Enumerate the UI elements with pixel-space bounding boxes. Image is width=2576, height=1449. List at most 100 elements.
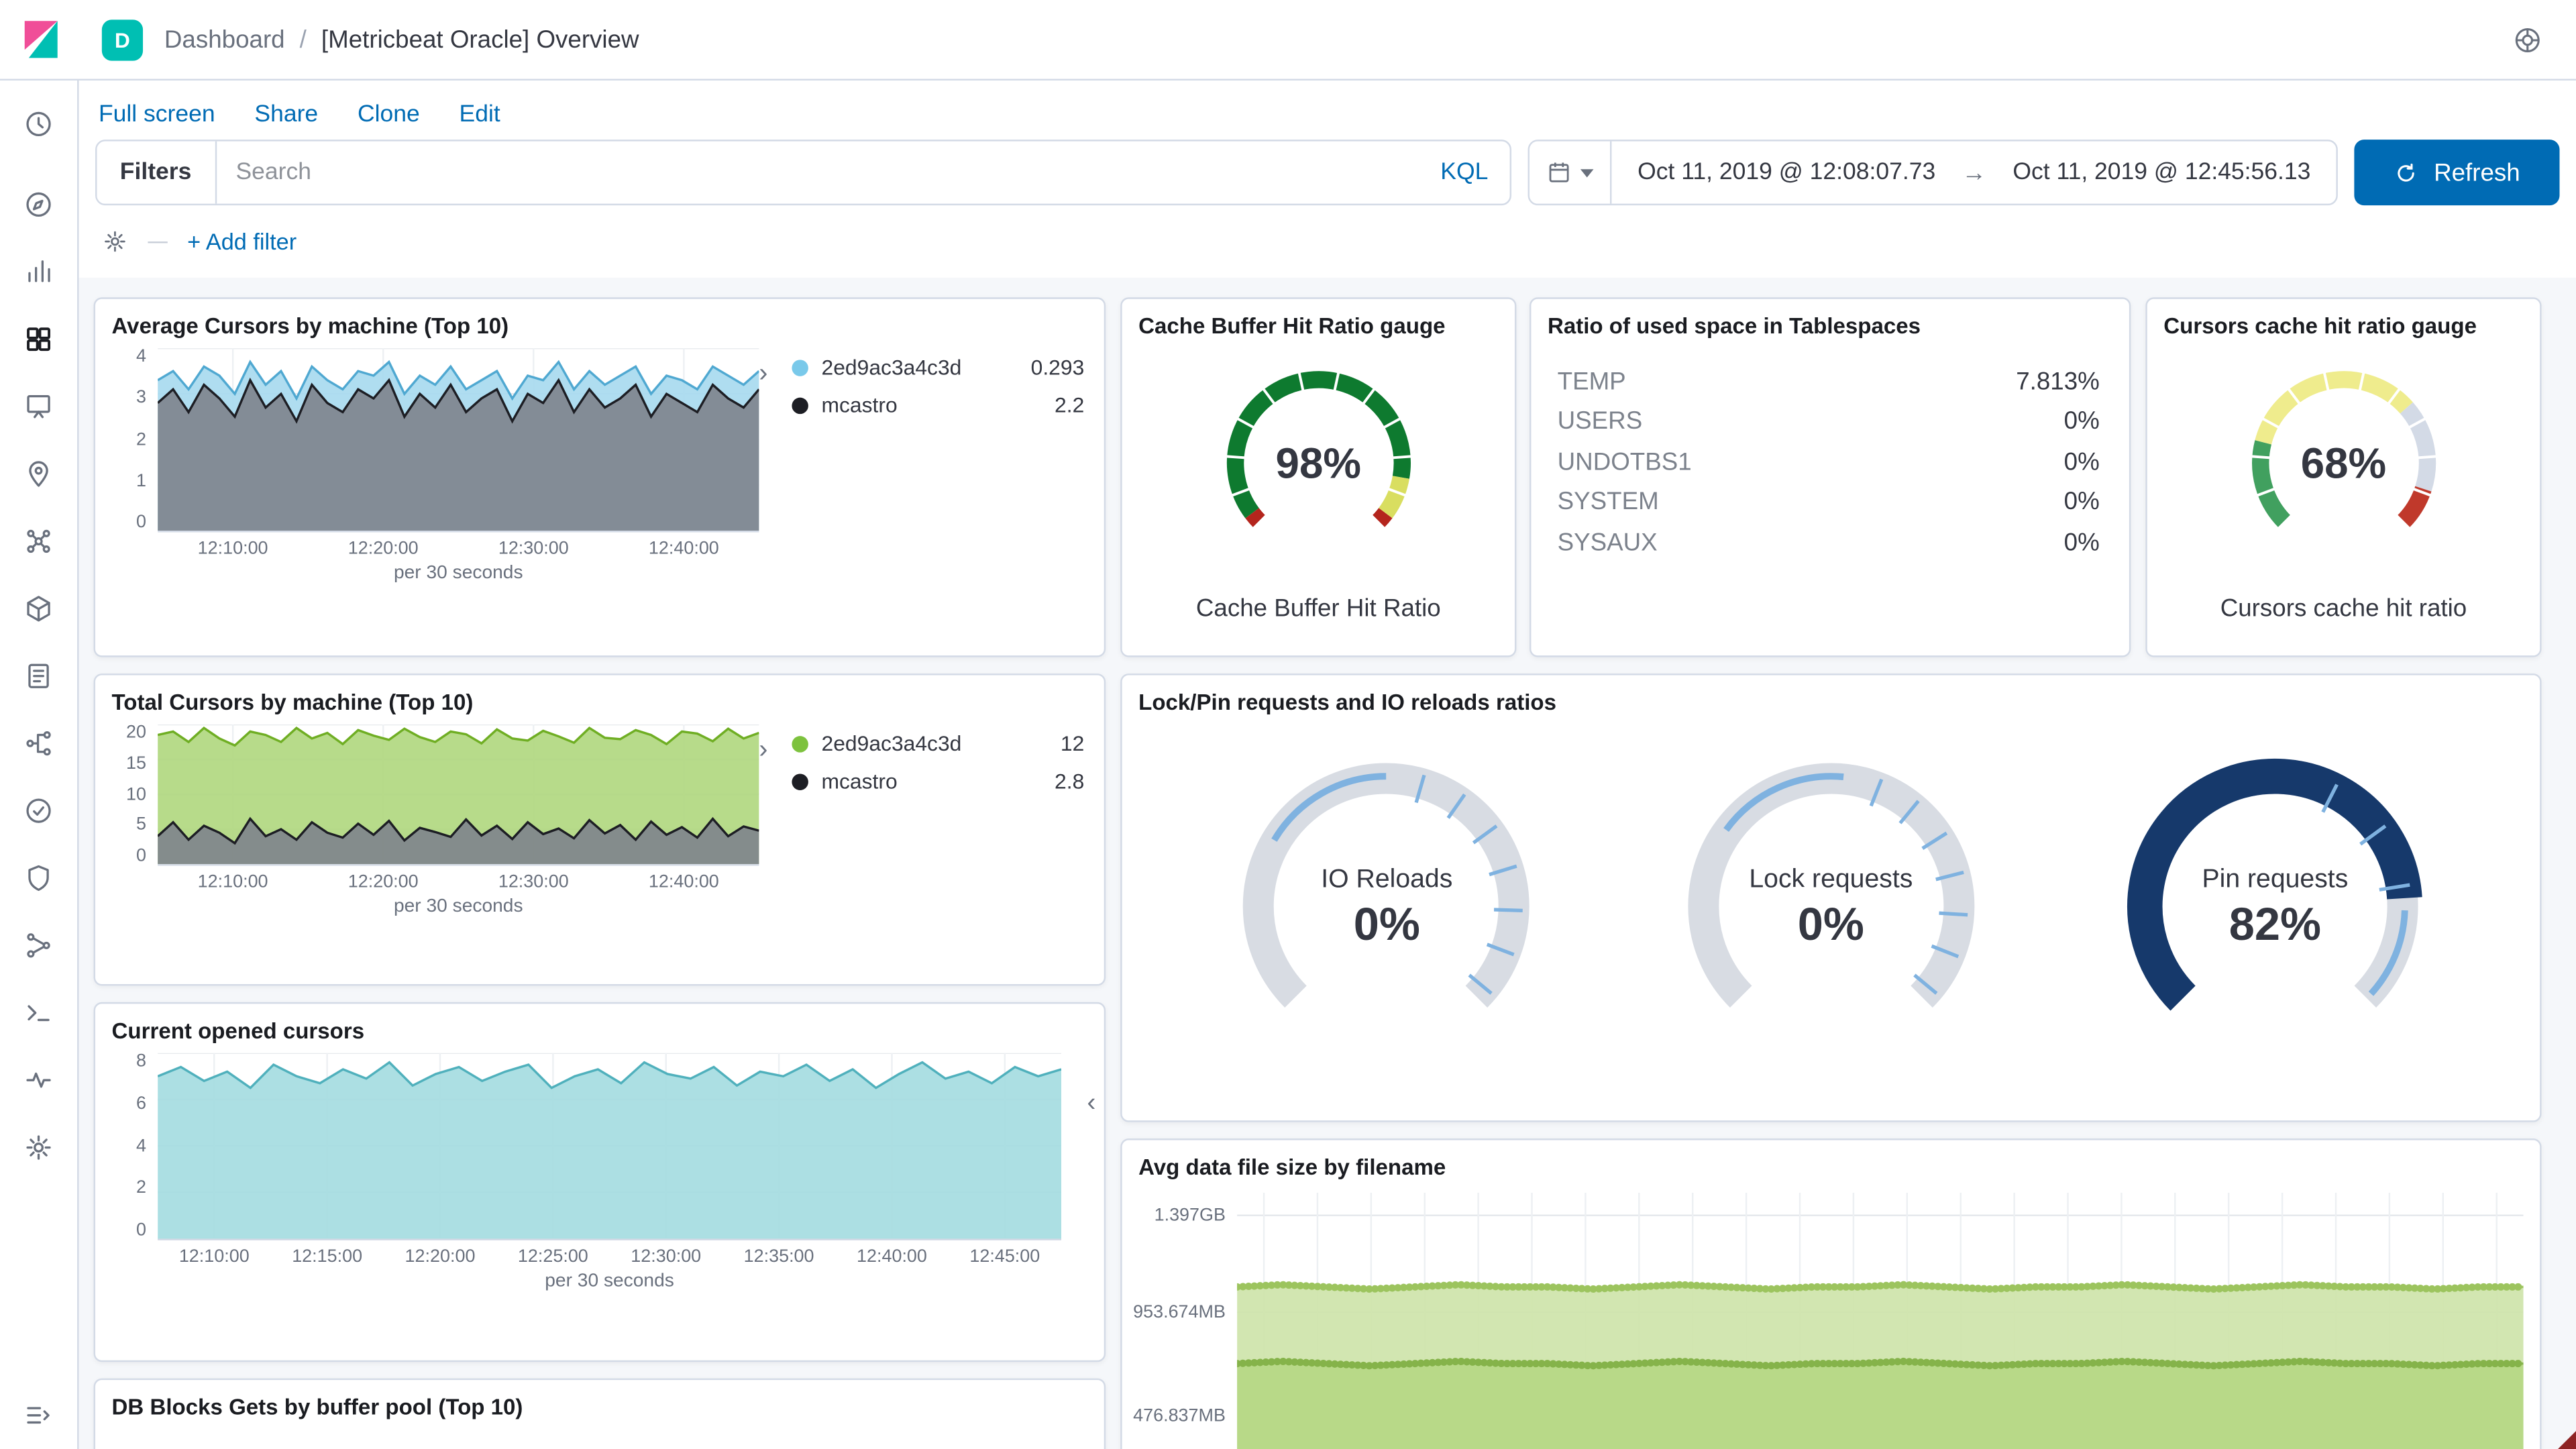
tablespace-name: USERS — [1557, 407, 1643, 436]
panel-tablespaces: Ratio of used space in Tablespaces TEMP … — [1529, 297, 2131, 657]
panel-average-cursors: Average Cursors by machine (Top 10) 4321… — [93, 297, 1106, 657]
add-filter-link[interactable]: + Add filter — [187, 228, 297, 254]
sidebar-item-apm[interactable] — [0, 710, 78, 777]
sidebar-item-discover[interactable] — [0, 171, 78, 238]
gauge-value: 82% — [2229, 898, 2321, 950]
tablespace-row[interactable]: UNDOTBS1 0% — [1558, 442, 2100, 482]
gauge-value: 68% — [2300, 438, 2387, 488]
tablespace-list: TEMP 7.813% USERS 0% UNDOTBS1 0% SYSTEM … — [1531, 341, 2129, 562]
calendar-button[interactable] — [1529, 141, 1611, 204]
avg-file-size-chart[interactable] — [1237, 1193, 2524, 1449]
sidebar-item-machine-learning[interactable] — [0, 508, 78, 575]
panel-title[interactable]: Cursors cache hit ratio gauge — [2147, 299, 2540, 342]
breadcrumb-dashboard[interactable]: Dashboard — [164, 25, 285, 54]
panel-title[interactable]: Lock/Pin requests and IO reloads ratios — [1122, 676, 2540, 718]
nodes-icon — [27, 529, 50, 553]
tablespace-row[interactable]: USERS 0% — [1558, 402, 2100, 442]
sidebar-item-dashboard[interactable] — [0, 306, 78, 373]
gauge-label: Lock requests — [1749, 865, 1913, 894]
legend-toggle-icon[interactable]: › — [759, 731, 784, 917]
lock-requests-gauge: Lock requests 0% — [1625, 721, 2036, 1095]
filter-settings-button[interactable] — [102, 228, 128, 254]
clone-link[interactable]: Clone — [358, 102, 420, 128]
legend-item[interactable]: mcastro 2.8 — [792, 769, 1084, 794]
series-value: 2.2 — [1055, 392, 1085, 418]
breadcrumb-separator: / — [299, 25, 307, 54]
gear-icon — [26, 1135, 51, 1160]
legend-expand-icon[interactable]: ‹ — [1087, 1089, 1095, 1119]
tablespace-row[interactable]: SYSTEM 0% — [1558, 482, 2100, 523]
x-axis-ticks: 12:10:00 12:20:00 12:30:00 12:40:00 — [197, 539, 719, 559]
share-nodes-icon — [27, 933, 50, 958]
panel-title[interactable]: Ratio of used space in Tablespaces — [1531, 299, 2129, 342]
panel-title[interactable]: Avg data file size by filename — [1122, 1140, 2540, 1183]
sidebar-item-stack-monitoring[interactable] — [0, 1046, 78, 1114]
sidebar-item-management[interactable] — [0, 1114, 78, 1181]
legend-item[interactable]: 2ed9ac3a4c3d 0.293 — [792, 355, 1084, 380]
panel-lock-pin-ratios: Lock/Pin requests and IO reloads ratios … — [1120, 674, 2542, 1122]
sidebar-collapse-button[interactable] — [0, 1379, 78, 1449]
x-axis-label: per 30 seconds — [393, 564, 523, 584]
gauges-row: IO Reloads 0% Lock requests 0% Pin reque… — [1122, 718, 2540, 1099]
share-link[interactable]: Share — [254, 102, 318, 128]
sidebar-item-uptime[interactable] — [0, 777, 78, 844]
legend-item[interactable]: mcastro 2.2 — [792, 392, 1084, 417]
dashboard-toolbar: Full screen Share Clone Edit Filters KQL — [78, 80, 2576, 278]
document-icon — [28, 663, 49, 688]
full-screen-link[interactable]: Full screen — [99, 102, 215, 128]
panel-title[interactable]: Current opened cursors — [95, 1004, 1104, 1046]
legend-item[interactable]: 2ed9ac3a4c3d 12 — [792, 731, 1084, 756]
pin-requests-gauge: Pin requests 82% — [2070, 721, 2480, 1095]
help-icon[interactable] — [2512, 24, 2543, 56]
sidebar-item-siem[interactable] — [0, 845, 78, 912]
gear-icon — [105, 231, 125, 252]
refresh-button[interactable]: Refresh — [2355, 140, 2560, 206]
panel-title[interactable]: Total Cursors by machine (Top 10) — [95, 676, 1104, 718]
kql-button[interactable]: KQL — [1419, 160, 1509, 186]
tablespace-value: 7.813% — [2016, 367, 2100, 396]
panel-title[interactable]: Average Cursors by machine (Top 10) — [95, 299, 1104, 342]
sidebar-item-recently-viewed[interactable] — [0, 91, 78, 158]
series-value: 2.8 — [1055, 769, 1085, 794]
dashboard-grid-icon — [27, 327, 51, 352]
compass-icon — [26, 192, 51, 217]
top-header: D Dashboard / [Metricbeat Oracle] Overvi… — [0, 0, 2576, 81]
refresh-label: Refresh — [2434, 158, 2520, 186]
search-box: Filters KQL — [95, 140, 1511, 206]
filters-button[interactable]: Filters — [97, 141, 217, 204]
panel-cache-buffer-gauge: Cache Buffer Hit Ratio gauge 98% Cache B… — [1120, 297, 1517, 657]
series-value: 12 — [1060, 731, 1085, 756]
calendar-icon — [1549, 162, 1569, 182]
sidebar-item-logs[interactable] — [0, 643, 78, 710]
space-avatar[interactable]: D — [101, 19, 144, 60]
gauge-label: IO Reloads — [1321, 865, 1453, 894]
sidebar-item-dev-tools[interactable] — [0, 979, 78, 1046]
tablespace-row[interactable]: TEMP 7.813% — [1558, 362, 2100, 402]
kibana-logo[interactable] — [0, 0, 82, 79]
date-to[interactable]: Oct 11, 2019 @ 12:45:56.13 — [1986, 160, 2337, 186]
gauge-value: 0% — [1353, 898, 1420, 950]
date-from[interactable]: Oct 11, 2019 @ 12:08:07.73 — [1611, 160, 1962, 186]
total-cursors-chart[interactable] — [158, 724, 759, 866]
average-cursors-chart[interactable] — [158, 348, 759, 533]
bar-chart-icon — [28, 260, 50, 282]
cursors-cache-gauge: 68% — [2147, 341, 2540, 588]
x-axis-label: per 30 seconds — [545, 1271, 674, 1291]
sidebar-item-maps[interactable] — [0, 440, 78, 507]
sidebar-item-graph[interactable] — [0, 912, 78, 979]
edit-link[interactable]: Edit — [460, 102, 500, 128]
gauge-caption: Cache Buffer Hit Ratio — [1195, 594, 1441, 623]
opened-cursors-chart[interactable] — [158, 1053, 1062, 1240]
sidebar-item-canvas[interactable] — [0, 373, 78, 440]
y-axis-ticks: 20 15 10 5 0 — [125, 722, 146, 866]
tablespace-row[interactable]: SYSAUX 0% — [1558, 523, 2100, 563]
sidebar-item-visualize[interactable] — [0, 238, 78, 305]
series-label: mcastro — [821, 392, 898, 418]
sidebar-item-metrics[interactable] — [0, 575, 78, 642]
cube-icon — [27, 596, 50, 622]
panel-title[interactable]: DB Blocks Gets by buffer pool (Top 10) — [95, 1380, 1104, 1423]
panel-title[interactable]: Cache Buffer Hit Ratio gauge — [1122, 299, 1515, 342]
panel-total-cursors: Total Cursors by machine (Top 10) 20 15 10… — [93, 674, 1106, 986]
search-input[interactable] — [216, 159, 1419, 186]
legend-toggle-icon[interactable]: › — [759, 355, 784, 583]
